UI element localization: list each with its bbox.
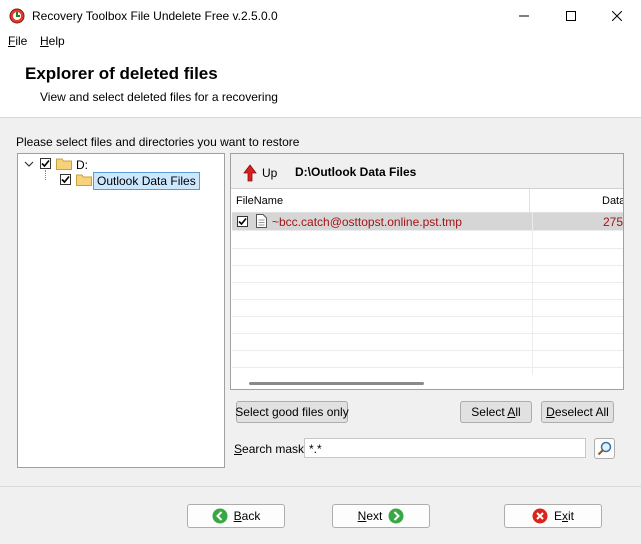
tree-connector	[45, 170, 47, 180]
close-icon	[612, 10, 622, 21]
table-row[interactable]: ~bcc.catch@osttopst.online.pst.tmp 2752	[232, 213, 624, 231]
empty-row	[232, 299, 623, 317]
back-button[interactable]: Back	[187, 504, 285, 528]
next-button[interactable]: Next	[332, 504, 430, 528]
empty-row	[232, 350, 623, 368]
horizontal-scrollbar[interactable]	[249, 382, 424, 385]
maximize-button[interactable]	[548, 0, 594, 31]
minimize-icon	[519, 15, 529, 16]
tree-root-checkbox[interactable]	[40, 158, 51, 169]
file-list-panel: Up D:\Outlook Data Files FileName Data ~…	[230, 153, 624, 390]
back-arrow-icon	[212, 508, 228, 524]
wizard-header	[0, 51, 641, 118]
up-arrow-icon[interactable]	[243, 164, 257, 185]
empty-row	[232, 333, 623, 351]
close-button[interactable]	[594, 0, 640, 31]
empty-row	[232, 265, 623, 283]
exit-icon	[532, 508, 548, 524]
instruction-text: Please select files and directories you …	[16, 135, 300, 149]
empty-row	[232, 282, 623, 300]
magnifier-icon	[597, 441, 612, 456]
current-path: D:\Outlook Data Files	[295, 165, 417, 179]
check-icon	[41, 159, 50, 168]
search-mask-input[interactable]: *.*	[304, 438, 586, 458]
folder-icon	[76, 173, 92, 189]
empty-row	[232, 316, 623, 334]
tree-child-checkbox[interactable]	[60, 174, 71, 185]
menu-bar	[0, 31, 641, 51]
column-header-data[interactable]: Data	[602, 189, 623, 212]
check-icon	[61, 175, 70, 184]
folder-tree[interactable]: D: Outlook Data Files	[17, 153, 225, 468]
menu-file[interactable]: File	[8, 34, 27, 48]
app-icon	[9, 8, 25, 24]
file-name-cell: ~bcc.catch@osttopst.online.pst.tmp	[272, 215, 462, 229]
select-good-files-button[interactable]: Select good files only	[235, 401, 349, 423]
column-divider	[532, 213, 533, 375]
page-title: Explorer of deleted files	[25, 64, 218, 83]
menu-help[interactable]: Help	[40, 34, 65, 48]
row-checkbox[interactable]	[237, 216, 248, 227]
check-icon	[238, 217, 247, 226]
maximize-icon	[566, 10, 576, 21]
next-arrow-icon	[388, 508, 404, 524]
exit-button[interactable]: Exit	[504, 504, 602, 528]
minimize-button[interactable]	[501, 0, 547, 31]
bottom-separator	[0, 486, 641, 487]
deselect-all-button[interactable]: Deselect All	[541, 401, 614, 423]
window-title: Recovery Toolbox File Undelete Free v.2.…	[32, 9, 278, 23]
select-all-button[interactable]: Select All	[460, 401, 532, 423]
folder-icon	[56, 157, 72, 173]
column-header-filename[interactable]: FileName	[236, 189, 530, 212]
empty-row	[232, 248, 623, 266]
file-data-cell: 2752	[603, 215, 624, 229]
up-button[interactable]: Up	[262, 166, 277, 180]
search-mask-label: Search mask:	[234, 442, 308, 456]
empty-row	[232, 231, 623, 249]
collapse-toggle-icon[interactable]	[24, 158, 34, 172]
page-subtitle: View and select deleted files for a reco…	[40, 90, 278, 104]
tree-child-label[interactable]: Outlook Data Files	[93, 172, 200, 190]
path-bar	[231, 154, 623, 189]
file-icon	[256, 214, 267, 231]
tree-root-label[interactable]: D:	[76, 158, 88, 172]
search-button[interactable]	[594, 438, 615, 459]
